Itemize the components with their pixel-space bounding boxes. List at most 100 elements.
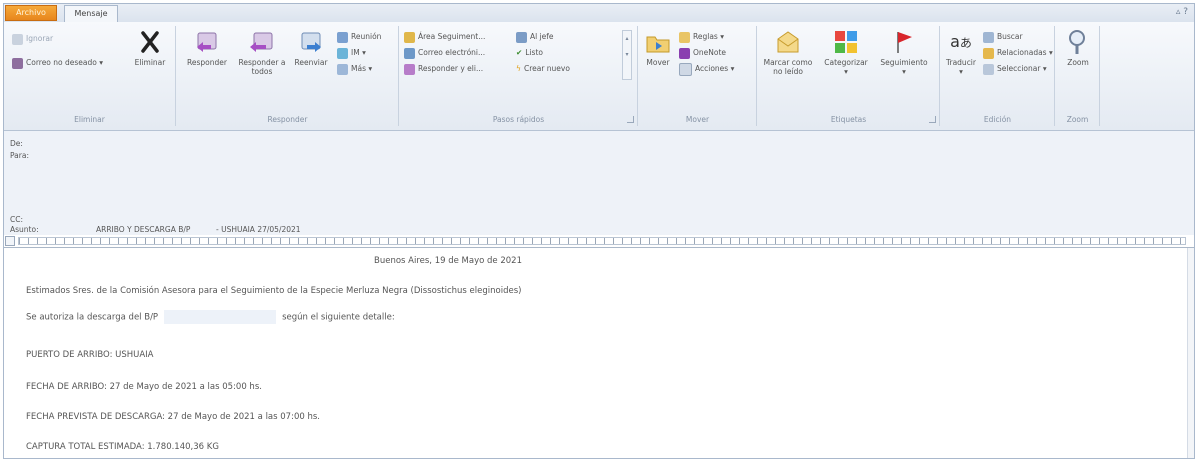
categorize-label: Categorizar	[824, 58, 868, 67]
group-edicion: aあ Traducir ▾ Buscar Relacionadas ▾ Selec…	[941, 26, 1055, 126]
group-zoom: Zoom Zoom	[1056, 26, 1100, 126]
junk-button[interactable]: Correo no deseado ▾	[12, 56, 103, 70]
vertical-scrollbar[interactable]	[1187, 248, 1194, 458]
ruler-scale[interactable]	[18, 237, 1186, 245]
related-label: Relacionadas	[997, 48, 1047, 57]
reply-all-label: Responder a todos	[238, 58, 286, 76]
quickstep-reply-delete-label: Responder y eli...	[418, 64, 484, 73]
group-mover: Mover Reglas ▾ OneNote Acciones ▾ Mover	[639, 26, 757, 126]
quickstep-boss-icon	[516, 31, 527, 43]
quickstep-reply-delete-icon	[404, 63, 415, 75]
group-eliminar: Ignorar Correo no deseado ▾ Eliminar Eli…	[4, 26, 176, 126]
forward-label: Reenviar	[294, 58, 328, 67]
actions-label: Acciones	[695, 64, 729, 73]
actions-icon	[679, 62, 692, 76]
ribbon: Ignorar Correo no deseado ▾ Eliminar Eli…	[4, 22, 1194, 131]
zoom-button[interactable]: Zoom	[1060, 28, 1096, 67]
redacted-vessel-name	[164, 310, 277, 324]
ignore-button[interactable]: Ignorar	[12, 32, 53, 46]
help-icon[interactable]: ▵ ?	[1176, 7, 1188, 17]
translate-icon: aあ	[950, 32, 972, 51]
date-line: Buenos Aires, 19 de Mayo de 2021	[374, 256, 522, 266]
delete-label: Eliminar	[134, 58, 166, 67]
onenote-button[interactable]: OneNote	[679, 46, 726, 60]
quickstep-area-button[interactable]: Área Seguiment...	[404, 30, 485, 44]
group-etiquetas: Marcar como no leído Categorizar ▾ Seguim…	[758, 26, 940, 126]
meeting-icon	[337, 31, 348, 43]
mark-unread-button[interactable]: Marcar como no leído	[760, 28, 816, 76]
arrival-line: FECHA DE ARRIBO: 27 de Mayo de 2021 a la…	[26, 382, 262, 392]
message-body[interactable]: Buenos Aires, 19 de Mayo de 2021 Estimad…	[4, 248, 1189, 458]
quickstep-scroll[interactable]: ▴ ▾	[622, 30, 632, 80]
quickstep-area-icon	[404, 31, 415, 43]
quickstep-done-button[interactable]: ✔ Listo	[516, 46, 543, 60]
quickstep-boss-label: Al jefe	[530, 32, 554, 41]
reply-all-icon	[248, 28, 276, 56]
rules-button[interactable]: Reglas ▾	[679, 30, 724, 44]
translate-button[interactable]: aあ Traducir ▾	[943, 28, 979, 76]
group-label-mover: Mover	[685, 115, 710, 124]
zoom-label: Zoom	[1067, 58, 1089, 67]
quickstep-reply-delete-button[interactable]: Responder y eli...	[404, 62, 483, 76]
pasos-launcher-icon[interactable]	[627, 116, 634, 123]
tab-file[interactable]: Archivo	[5, 5, 57, 21]
tab-stop-selector[interactable]	[5, 236, 15, 246]
ribbon-tab-row: Archivo Mensaje ▵ ?	[4, 4, 1194, 23]
select-button[interactable]: Seleccionar ▾	[983, 62, 1047, 76]
outlook-message-window: Archivo Mensaje ▵ ? Ignorar Correo no de…	[3, 3, 1195, 459]
group-label-pasos: Pasos rápidos	[492, 115, 545, 124]
related-button[interactable]: Relacionadas ▾	[983, 46, 1053, 60]
quickstep-new-label: Crear nuevo	[523, 64, 570, 73]
more-button[interactable]: Más ▾	[337, 62, 372, 76]
find-button[interactable]: Buscar	[983, 30, 1023, 44]
greeting-line: Estimados Sres. de la Comisión Asesora p…	[26, 286, 522, 296]
checkmark-icon: ✔	[516, 48, 523, 57]
rules-label: Reglas	[693, 32, 718, 41]
group-label-responder: Responder	[267, 115, 308, 124]
tab-message[interactable]: Mensaje	[64, 5, 118, 23]
from-label: De:	[10, 139, 23, 148]
flag-icon	[890, 28, 918, 56]
followup-label: Seguimiento	[880, 58, 928, 67]
quickstep-email-label: Correo electróni...	[418, 48, 486, 57]
unload-line: FECHA PREVISTA DE DESCARGA: 27 de Mayo d…	[26, 412, 320, 422]
subject-label: Asunto:	[10, 225, 39, 234]
etiquetas-launcher-icon[interactable]	[929, 116, 936, 123]
group-label-etiquetas: Etiquetas	[830, 115, 867, 124]
rules-icon	[679, 31, 690, 43]
meeting-button[interactable]: Reunión	[337, 30, 381, 44]
ignore-label: Ignorar	[26, 34, 54, 43]
group-pasos-rapidos: Área Seguiment... Correo electróni... Re…	[400, 26, 638, 126]
reply-button[interactable]: Responder	[179, 28, 235, 67]
forward-button[interactable]: Reenviar	[289, 28, 333, 67]
im-label: IM	[351, 48, 360, 57]
move-button[interactable]: Mover	[641, 28, 675, 67]
binoculars-icon	[983, 31, 994, 43]
ignore-icon	[12, 33, 23, 45]
to-field[interactable]	[70, 149, 1194, 199]
quickstep-area-label: Área Seguiment...	[418, 32, 486, 41]
quickstep-email-button[interactable]: Correo electróni...	[404, 46, 485, 60]
subject-part-1: ARRIBO Y DESCARGA B/P	[96, 225, 191, 234]
onenote-icon	[679, 47, 690, 59]
quickstep-new-button[interactable]: ϟ Crear nuevo	[516, 62, 570, 76]
actions-button[interactable]: Acciones ▾	[679, 62, 734, 76]
quickstep-done-label: Listo	[525, 48, 543, 57]
im-button[interactable]: IM ▾	[337, 46, 366, 60]
followup-button[interactable]: Seguimiento ▾	[874, 28, 934, 76]
quickstep-boss-button[interactable]: Al jefe	[516, 30, 554, 44]
reply-label: Responder	[187, 58, 227, 67]
translate-label: Traducir	[946, 58, 976, 67]
forward-icon	[297, 28, 325, 56]
authorization-text-post: según el siguiente detalle:	[282, 312, 395, 323]
ruler	[4, 235, 1194, 248]
meeting-label: Reunión	[351, 32, 382, 41]
authorization-text-pre: Se autoriza la descarga del B/P	[26, 312, 159, 323]
lightning-icon: ϟ	[516, 64, 521, 73]
quickstep-email-icon	[404, 47, 415, 59]
reply-all-button[interactable]: Responder a todos	[235, 28, 289, 76]
reply-icon	[193, 28, 221, 56]
categorize-button[interactable]: Categorizar ▾	[820, 28, 872, 76]
delete-button[interactable]: Eliminar	[130, 28, 170, 67]
onenote-label: OneNote	[693, 48, 727, 57]
